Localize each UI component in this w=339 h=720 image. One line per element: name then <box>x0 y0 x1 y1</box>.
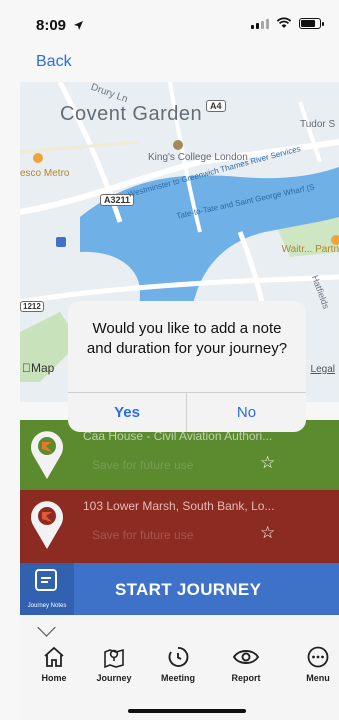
tab-journey-label: Journey <box>96 673 132 683</box>
dialog-message: Would you like to add a note and duratio… <box>86 320 288 357</box>
more-icon <box>307 646 329 668</box>
note-icon <box>35 569 57 591</box>
tab-report-label: Report <box>231 673 261 683</box>
signal-icon <box>251 18 269 29</box>
wifi-icon <box>276 17 292 28</box>
star-outline-icon[interactable]: ☆ <box>260 524 275 541</box>
journey-notes-button[interactable]: Journey Notes <box>20 563 74 615</box>
map-label-waitrose: Waitr... Partn <box>281 244 339 255</box>
star-outline-icon[interactable]: ☆ <box>260 454 275 471</box>
status-icons <box>251 17 324 29</box>
start-journey-bar: Journey Notes START JOURNEY <box>20 563 339 615</box>
journey-notes-label: Journey Notes <box>27 603 67 609</box>
tab-menu[interactable]: Menu <box>288 645 339 683</box>
tab-menu-label: Menu <box>306 673 330 683</box>
dialog-yes-button[interactable]: Yes <box>68 393 186 432</box>
apple-maps-logo: Map <box>22 361 54 375</box>
home-indicator <box>128 709 246 713</box>
map-pin-icon <box>30 501 64 549</box>
map-label-esco-metro: esco Metro <box>20 168 70 179</box>
nav-bar: Back <box>0 44 339 82</box>
save-for-future-button[interactable]: Save for future use <box>92 528 193 542</box>
tab-meeting[interactable]: Meeting <box>148 645 208 683</box>
legal-link[interactable]: Legal <box>311 364 335 375</box>
timer-icon <box>168 647 189 667</box>
tab-report[interactable]: Report <box>216 645 276 683</box>
home-icon <box>44 646 64 667</box>
tab-home-label: Home <box>41 673 67 683</box>
tab-home[interactable]: Home <box>24 645 84 683</box>
road-sign-a4: A4 <box>206 100 226 112</box>
road-sign-1212: 1212 <box>20 301 44 312</box>
card-title: 103 Lower Marsh, South Bank, Lo... <box>83 499 275 513</box>
map-pin-icon <box>30 431 64 479</box>
tab-meeting-label: Meeting <box>160 673 195 683</box>
app-screen: 8:09 Back Covent Garden King's College L… <box>0 0 339 720</box>
map-label-covent-garden: Covent Garden <box>60 103 203 125</box>
journey-note-dialog: Would you like to add a note and duratio… <box>68 301 306 432</box>
dialog-no-button[interactable]: No <box>187 393 306 432</box>
battery-icon <box>299 17 324 29</box>
map-pin-icon <box>104 648 124 669</box>
apple-logo-icon:  <box>22 361 31 375</box>
back-button[interactable]: Back <box>36 53 72 71</box>
eye-icon <box>232 650 260 664</box>
start-journey-button[interactable]: START JOURNEY <box>115 580 261 600</box>
location-arrow-icon <box>73 18 84 36</box>
status-time: 8:09 <box>36 17 67 34</box>
destination-card-2[interactable]: 103 Lower Marsh, South Bank, Lo... Save … <box>20 490 339 563</box>
chevron-down-icon[interactable] <box>37 618 56 637</box>
map-label-tudor: Tudor S <box>300 119 336 130</box>
status-bar: 8:09 <box>0 0 339 44</box>
tab-journey[interactable]: Journey <box>84 645 144 683</box>
collapse-row[interactable] <box>20 615 339 643</box>
save-for-future-button[interactable]: Save for future use <box>92 458 193 472</box>
